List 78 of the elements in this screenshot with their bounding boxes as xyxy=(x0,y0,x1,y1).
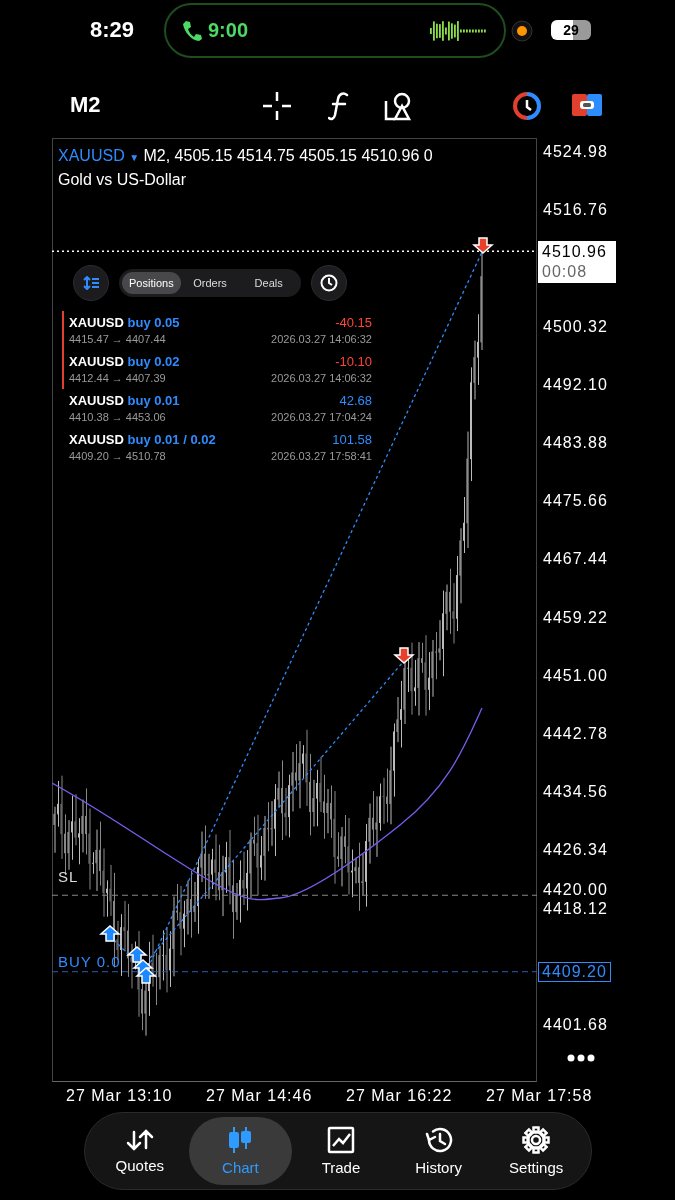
up-down-arrows-icon xyxy=(125,1128,154,1152)
tab[interactable]: Orders xyxy=(180,272,240,294)
nav-item[interactable]: History xyxy=(389,1117,488,1185)
price-tick: 4426.34 xyxy=(543,843,608,858)
position-title[interactable]: XAUUSD buy 0.01 / 0.02 xyxy=(69,432,216,447)
symbol-description: Gold vs US-Dollar xyxy=(58,170,188,190)
candlestick-icon xyxy=(228,1126,253,1154)
position-title[interactable]: XAUUSD buy 0.02 xyxy=(69,354,180,369)
price-tick: 4492.10 xyxy=(543,377,608,392)
position-profit: 101.58 xyxy=(332,432,372,447)
more-icon[interactable] xyxy=(567,1054,595,1062)
price-tick: 4401.68 xyxy=(543,1017,608,1032)
settings-icon xyxy=(522,1126,551,1154)
position-time: 2026.03.27 17:04:24 xyxy=(271,411,372,423)
price-tick: 4500.32 xyxy=(543,319,608,334)
function-icon[interactable] xyxy=(328,91,350,121)
position-profit: -10.10 xyxy=(335,354,372,369)
nav-item[interactable]: Chart xyxy=(188,1117,293,1185)
order-label: BUY 0.0 xyxy=(58,952,121,970)
chart-legend: XAUUSD ▼ M2, 4505.15 4514.75 4505.15 4510.96 0 xyxy=(58,145,433,169)
price-tick: 4467.44 xyxy=(543,552,608,567)
nav-item[interactable]: Trade xyxy=(292,1117,390,1185)
stop-loss-price: 4420.00 xyxy=(543,883,608,898)
chart-area[interactable] xyxy=(52,138,537,1082)
clock-icon xyxy=(320,274,338,292)
nav-item[interactable]: Settings xyxy=(487,1117,585,1185)
time-tick: 27 Mar 14:46 xyxy=(206,1087,314,1105)
call-timer: 9:00 xyxy=(208,19,249,42)
position-profit: 42.68 xyxy=(339,393,372,408)
timeframe-button[interactable]: M2 xyxy=(70,92,101,118)
sell-arrow-icon xyxy=(472,237,494,254)
buy-arrow-icon xyxy=(135,967,157,984)
position-time: 2026.03.27 17:58:41 xyxy=(271,450,372,462)
tab[interactable]: Deals xyxy=(239,272,298,294)
battery-level: 29 xyxy=(551,20,591,40)
status-time: 8:29 xyxy=(90,17,135,43)
crosshair-icon[interactable] xyxy=(262,91,292,121)
time-tick: 27 Mar 16:22 xyxy=(346,1087,454,1105)
price-tick: 4434.56 xyxy=(543,785,608,800)
history-icon xyxy=(423,1126,454,1154)
tab[interactable]: Positions xyxy=(122,272,181,294)
clock-icon[interactable] xyxy=(512,91,542,121)
position-prices: 4412.44 → 4407.39 xyxy=(69,372,166,384)
recording-dot-icon xyxy=(511,20,533,42)
sell-arrow-icon xyxy=(393,647,415,664)
position-profit: -40.15 xyxy=(335,315,372,330)
shapes-icon[interactable] xyxy=(384,91,414,121)
phone-icon xyxy=(182,19,202,42)
position-prices: 4410.38 → 4453.06 xyxy=(69,411,166,423)
current-price-label: 4510.96 00:08 xyxy=(538,241,616,284)
price-tick: 4483.88 xyxy=(543,436,608,450)
buy-arrow-icon xyxy=(99,925,121,942)
position-time: 2026.03.27 14:06:32 xyxy=(271,372,372,384)
entry-price-label: 4409.20 xyxy=(538,961,611,982)
position-time: 2026.03.27 14:06:32 xyxy=(271,333,372,345)
position-prices: 4409.20 → 4510.78 xyxy=(69,450,166,462)
sort-icon xyxy=(83,276,99,290)
position-title[interactable]: XAUUSD buy 0.01 xyxy=(69,393,180,408)
stop-loss-label: SL xyxy=(58,868,79,886)
toggle-icon[interactable] xyxy=(571,91,603,119)
call-indicator[interactable]: 9:00 xyxy=(164,3,506,58)
price-tick: 4516.76 xyxy=(543,203,608,218)
price-tick: 4451.00 xyxy=(543,668,608,683)
audio-wave-icon xyxy=(430,19,488,42)
time-tick: 27 Mar 17:58 xyxy=(486,1087,594,1105)
price-tick: 4418.12 xyxy=(543,901,608,916)
price-tick: 4459.22 xyxy=(543,610,608,625)
buy-arrow-icon xyxy=(126,946,148,963)
history-button[interactable] xyxy=(311,265,347,301)
sort-button[interactable] xyxy=(73,265,109,301)
time-tick: 27 Mar 13:10 xyxy=(66,1087,174,1105)
price-tick: 4524.98 xyxy=(543,145,608,159)
line-chart-icon xyxy=(327,1126,355,1154)
nav-item[interactable]: Quotes xyxy=(91,1117,189,1185)
position-title[interactable]: XAUUSD buy 0.05 xyxy=(69,315,180,330)
position-prices: 4415.47 → 4407.44 xyxy=(69,333,166,345)
price-tick: 4475.66 xyxy=(543,494,608,509)
price-tick: 4442.78 xyxy=(543,726,608,741)
